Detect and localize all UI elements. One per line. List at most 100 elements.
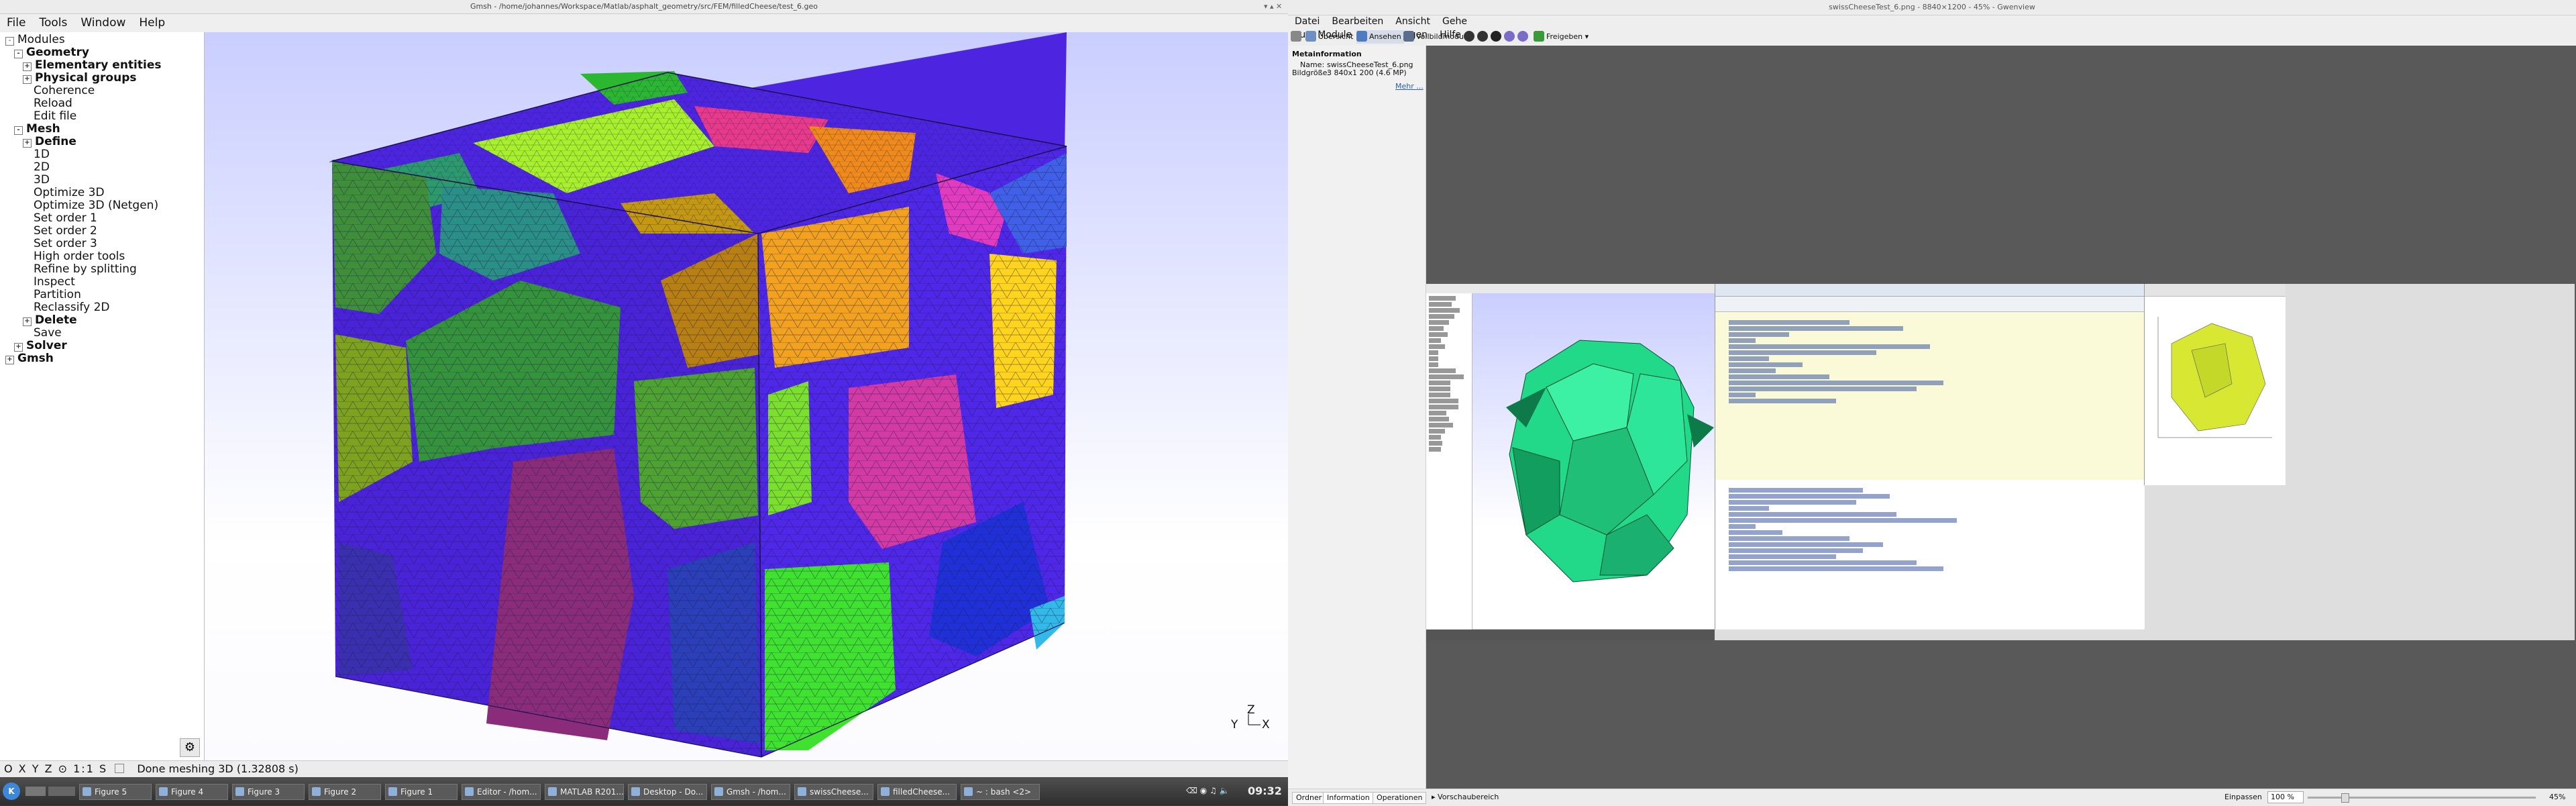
leaf-spacer: [23, 328, 30, 336]
tree-item[interactable]: Edit file: [23, 110, 76, 123]
tree-item[interactable]: Refine by splitting: [23, 263, 137, 276]
tree-item[interactable]: - Geometry: [14, 46, 89, 59]
view-buttons[interactable]: O X Y Z ⊙ 1:1 S: [4, 762, 107, 775]
collapse-icon[interactable]: -: [14, 126, 23, 135]
taskbar-task[interactable]: Editor - /hom...: [462, 784, 541, 800]
taskbar-task[interactable]: Desktop - Do...: [628, 784, 707, 800]
tree-item[interactable]: Optimize 3D (Netgen): [23, 199, 158, 212]
tree-item[interactable]: + Gmsh: [5, 352, 54, 365]
gear-icon[interactable]: ⚙: [180, 738, 200, 757]
expand-icon[interactable]: +: [14, 343, 23, 352]
menu-file[interactable]: File: [7, 16, 25, 30]
tree-item[interactable]: 2D: [23, 161, 50, 174]
previous-icon[interactable]: [1464, 30, 1477, 44]
zoom-combo[interactable]: 100 %: [2267, 791, 2304, 803]
tree-item[interactable]: + Solver: [14, 340, 67, 352]
gmsh-menubar: File Tools Window Help: [0, 15, 201, 31]
view-button[interactable]: Ansehen: [1356, 30, 1404, 44]
expand-icon[interactable]: +: [5, 356, 14, 364]
pager-icon[interactable]: [48, 787, 75, 796]
k-menu-icon[interactable]: K: [3, 783, 20, 800]
tree-item[interactable]: Save: [23, 327, 62, 340]
pager-icon[interactable]: [25, 787, 46, 796]
preview-toggle[interactable]: ▸ Vorschaubereich: [1432, 793, 1499, 801]
thumb-tree: [1426, 293, 1472, 629]
expand-icon[interactable]: +: [23, 317, 32, 326]
menu-help[interactable]: Help: [139, 16, 165, 30]
taskbar-task[interactable]: swissCheese...: [794, 784, 873, 800]
taskbar-task[interactable]: Gmsh - /hom...: [711, 784, 790, 800]
zoom-slider-handle[interactable]: [2341, 793, 2349, 803]
overview-button[interactable]: Übersicht: [1305, 30, 1353, 44]
menu-tools[interactable]: Tools: [39, 16, 67, 30]
window-controls[interactable]: ▾ ▴ ✕: [1264, 2, 1282, 11]
share-button[interactable]: Freigeben ▾: [1534, 30, 1589, 44]
taskbar-task[interactable]: Figure 1: [385, 784, 458, 800]
leaf-spacer: [23, 201, 30, 208]
tree-item[interactable]: 1D: [23, 148, 50, 161]
menu-window[interactable]: Window: [80, 16, 125, 30]
taskbar-task[interactable]: Figure 4: [156, 784, 228, 800]
tree-item[interactable]: High order tools: [23, 250, 125, 263]
tree-item[interactable]: Reload: [23, 97, 72, 110]
tree-item[interactable]: - Mesh: [14, 123, 60, 136]
taskbar-task[interactable]: ~ : bash <2>: [961, 784, 1040, 800]
tree-item-label: Reclassify 2D: [34, 301, 110, 314]
leaf-spacer: [23, 99, 30, 106]
rotate-left-icon[interactable]: [1504, 30, 1517, 44]
collapse-icon[interactable]: -: [14, 50, 23, 58]
next-icon[interactable]: [1477, 30, 1490, 44]
tree-item[interactable]: + Define: [23, 136, 76, 148]
tree-item[interactable]: Inspect: [23, 276, 75, 289]
tray-icons[interactable]: ⌫ ◉ ♫ 🔈: [1186, 786, 1230, 795]
menu-bearbeiten[interactable]: Bearbeiten: [1332, 16, 1383, 27]
image-canvas[interactable]: [1426, 46, 2576, 789]
taskbar-task[interactable]: MATLAB R201...: [545, 784, 624, 800]
menu-datei[interactable]: Datei: [1295, 16, 1320, 27]
leaf-spacer: [23, 290, 30, 297]
taskbar-task[interactable]: Figure 5: [79, 784, 152, 800]
tab-operations[interactable]: Operationen: [1373, 792, 1427, 804]
mesh-cube-render: [329, 32, 1067, 758]
menu-ansicht[interactable]: Ansicht: [1395, 16, 1430, 27]
tree-item[interactable]: Optimize 3D: [23, 187, 105, 199]
leaf-spacer: [23, 86, 30, 93]
tree-item[interactable]: Coherence: [23, 85, 95, 97]
taskbar-task[interactable]: Figure 3: [232, 784, 305, 800]
graphics-viewport[interactable]: [205, 32, 1288, 760]
tree-item[interactable]: + Elementary entities: [23, 59, 162, 72]
tree-item[interactable]: Set order 1: [23, 212, 97, 225]
fit-button[interactable]: Einpassen: [2224, 793, 2262, 801]
home-icon[interactable]: [1291, 30, 1303, 44]
tree-item[interactable]: - Modules: [5, 34, 65, 46]
tree-item[interactable]: Set order 3: [23, 238, 97, 250]
tree-item[interactable]: Partition: [23, 289, 81, 301]
slideshow-icon[interactable]: [1491, 30, 1503, 44]
taskbar-task-label: Editor - /hom...: [477, 787, 537, 797]
leaf-spacer: [23, 162, 30, 170]
tree-item[interactable]: Set order 2: [23, 225, 97, 238]
tab-information[interactable]: Information: [1323, 792, 1374, 804]
meta-size-value: 3 840x1 200 (4.6 MP): [1327, 68, 1407, 77]
expand-icon[interactable]: +: [23, 75, 32, 84]
tree-item-label: Inspect: [34, 275, 75, 289]
rotate-right-icon[interactable]: [1517, 30, 1530, 44]
taskbar-task[interactable]: filledCheese...: [877, 784, 957, 800]
collapse-icon[interactable]: -: [5, 37, 14, 46]
expand-icon[interactable]: +: [23, 62, 32, 71]
fullscreen-button[interactable]: Vollbildmodus: [1403, 30, 1468, 44]
tree-item[interactable]: Reclassify 2D: [23, 301, 110, 314]
clock[interactable]: 09:32: [1248, 785, 1282, 797]
expand-icon[interactable]: +: [23, 139, 32, 148]
tree-item-label: Coherence: [34, 84, 95, 97]
play-icon[interactable]: [115, 764, 125, 773]
more-link[interactable]: Mehr ...: [1395, 82, 1424, 91]
tree-item[interactable]: + Physical groups: [23, 72, 137, 85]
tab-folders[interactable]: Ordner: [1292, 792, 1326, 804]
zoom-value: 45%: [2549, 793, 2566, 801]
tree-item[interactable]: 3D: [23, 174, 50, 187]
taskbar-task[interactable]: Figure 2: [309, 784, 381, 800]
tree-item[interactable]: + Delete: [23, 314, 77, 327]
taskbar-task-label: Gmsh - /hom...: [727, 787, 786, 797]
tree-item-label: Geometry: [26, 46, 89, 59]
